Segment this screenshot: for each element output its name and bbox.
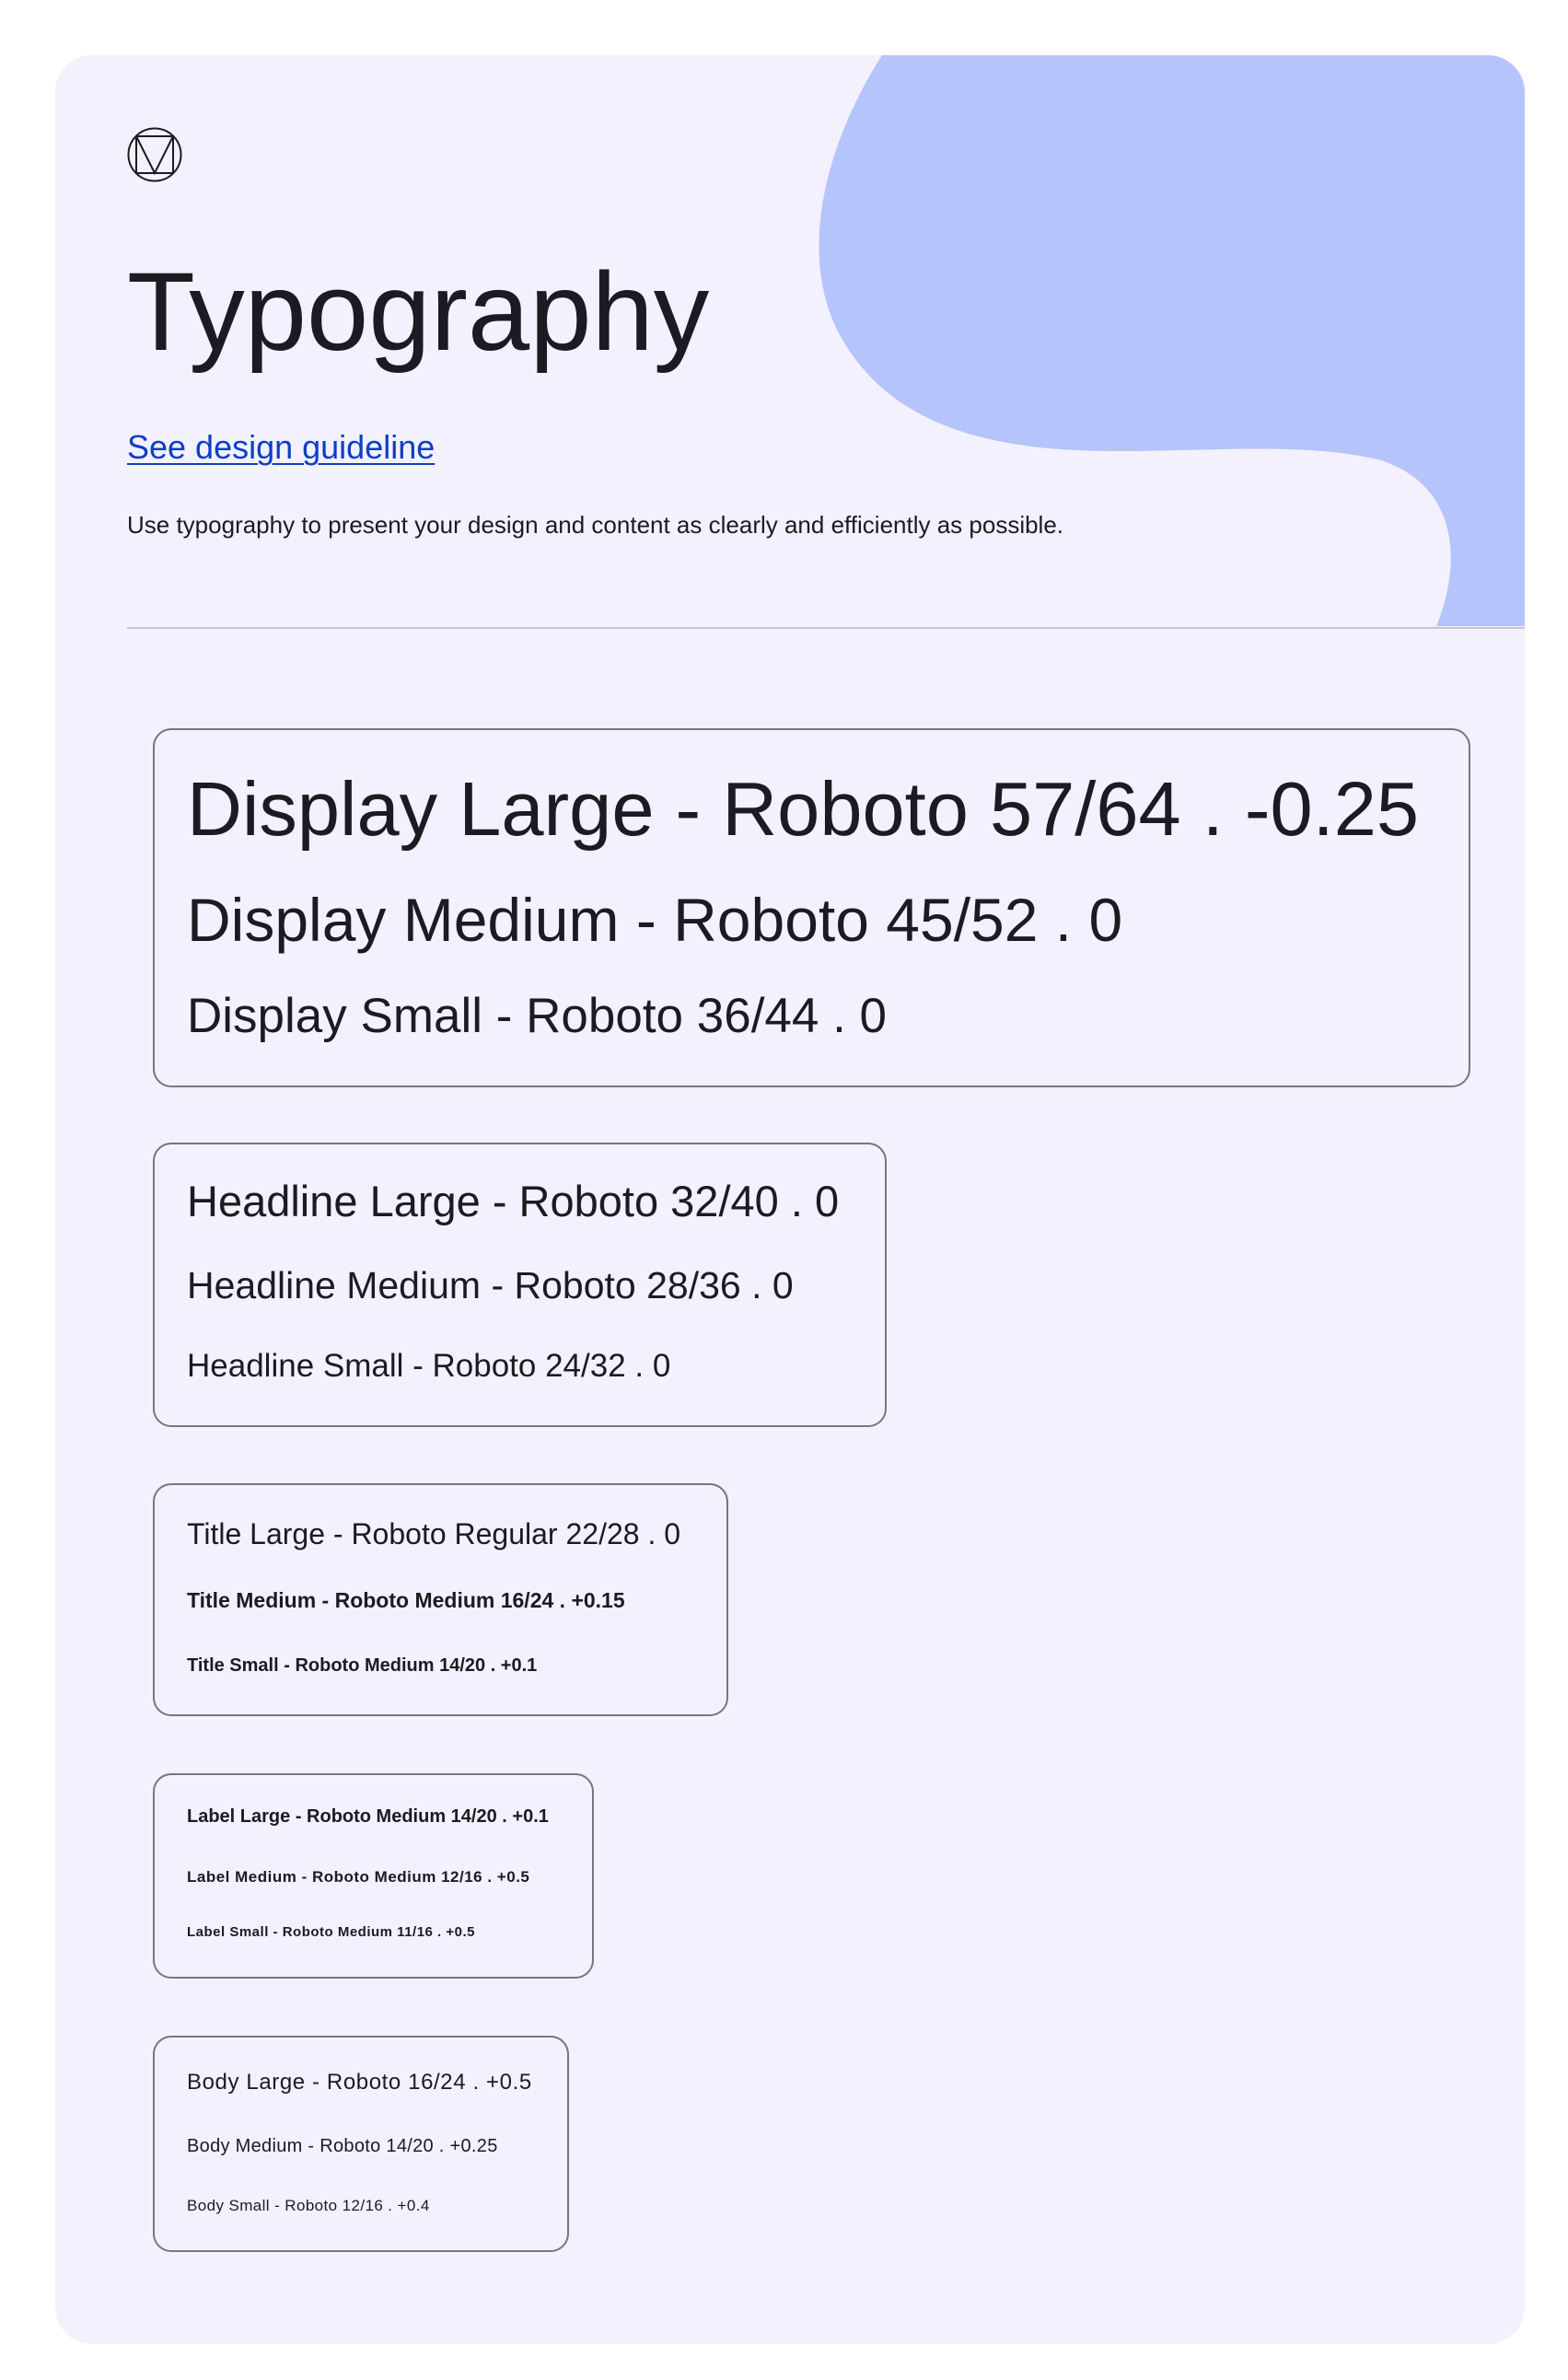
title-medium-sample: Title Medium - Roboto Medium 16/24 . +0.…	[187, 1588, 625, 1612]
label-large-sample: Label Large - Roboto Medium 14/20 . +0.1	[187, 1806, 549, 1827]
display-large-sample: Display Large - Roboto 57/64 . -0.25	[187, 766, 1420, 852]
label-small-sample: Label Small - Roboto Medium 11/16 . +0.5	[187, 1924, 475, 1940]
body-small-sample: Body Small - Roboto 12/16 . +0.4	[187, 2197, 430, 2214]
body-styles-group: Body Large - Roboto 16/24 . +0.5 Body Me…	[153, 2036, 569, 2252]
label-styles-group: Label Large - Roboto Medium 14/20 . +0.1…	[153, 1773, 594, 1979]
material-logo-icon	[127, 127, 182, 182]
display-medium-sample: Display Medium - Roboto 45/52 . 0	[187, 886, 1123, 954]
divider	[127, 627, 1525, 629]
page-description: Use typography to present your design an…	[127, 511, 1064, 539]
headline-medium-sample: Headline Medium - Roboto 28/36 . 0	[187, 1264, 794, 1306]
headline-styles-group: Headline Large - Roboto 32/40 . 0 Headli…	[153, 1143, 887, 1427]
title-styles-group: Title Large - Roboto Regular 22/28 . 0 T…	[153, 1483, 728, 1716]
title-small-sample: Title Small - Roboto Medium 14/20 . +0.1	[187, 1655, 538, 1676]
title-large-sample: Title Large - Roboto Regular 22/28 . 0	[187, 1517, 681, 1550]
display-styles-group: Display Large - Roboto 57/64 . -0.25 Dis…	[153, 728, 1470, 1087]
body-medium-sample: Body Medium - Roboto 14/20 . +0.25	[187, 2136, 498, 2156]
page-title: Typography	[127, 249, 710, 374]
headline-large-sample: Headline Large - Roboto 32/40 . 0	[187, 1177, 840, 1225]
body-large-sample: Body Large - Roboto 16/24 . +0.5	[187, 2070, 532, 2095]
display-small-sample: Display Small - Roboto 36/44 . 0	[187, 989, 888, 1043]
headline-small-sample: Headline Small - Roboto 24/32 . 0	[187, 1348, 671, 1384]
label-medium-sample: Label Medium - Roboto Medium 12/16 . +0.…	[187, 1868, 530, 1886]
typography-page: Typography See design guideline Use typo…	[55, 55, 1525, 2344]
design-guideline-link[interactable]: See design guideline	[127, 431, 435, 464]
